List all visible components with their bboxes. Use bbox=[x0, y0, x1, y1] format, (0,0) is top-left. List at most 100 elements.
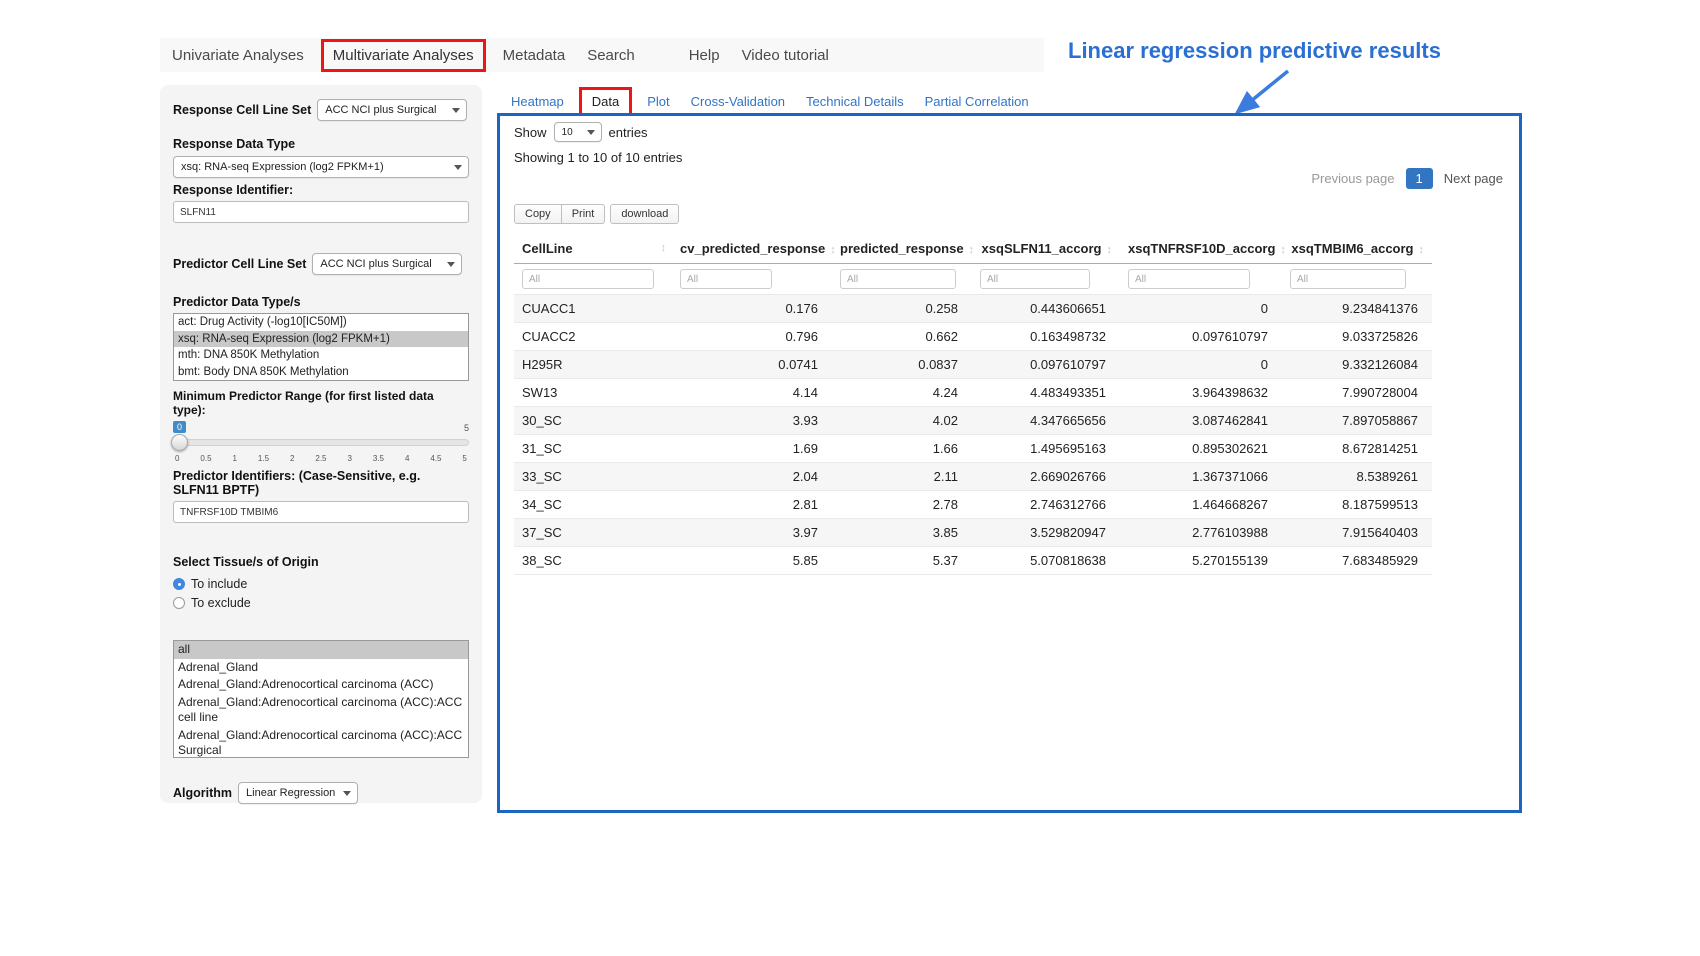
tab-partial-correlation[interactable]: Partial Correlation bbox=[925, 94, 1029, 109]
value-cell: 4.02 bbox=[832, 407, 972, 435]
show-label: Show bbox=[514, 125, 547, 140]
list-option[interactable]: Adrenal_Gland:Adrenocortical carcinoma (… bbox=[174, 694, 468, 727]
value-cell: 0.443606651 bbox=[972, 295, 1120, 323]
table-row[interactable]: CUACC20.7960.6620.1634987320.0976107979.… bbox=[514, 323, 1432, 351]
predictor-identifiers-input[interactable] bbox=[173, 501, 469, 523]
table-row[interactable]: 34_SC2.812.782.7463127661.4646682678.187… bbox=[514, 491, 1432, 519]
download-button[interactable]: download bbox=[610, 204, 679, 224]
predictor-data-type-list[interactable]: act: Drug Activity (-log10[IC50M])xsq: R… bbox=[173, 313, 469, 381]
radio-unchecked-icon bbox=[173, 597, 185, 609]
tab-data[interactable]: Data bbox=[579, 87, 632, 116]
list-option[interactable]: xsq: RNA-seq Expression (log2 FPKM+1) bbox=[174, 331, 468, 348]
slider-track[interactable] bbox=[173, 439, 469, 446]
slider-tick-label: 1 bbox=[232, 454, 236, 463]
page: Univariate Analyses Multivariate Analyses… bbox=[0, 0, 1700, 956]
sort-icon[interactable]: ↕ bbox=[1419, 244, 1425, 256]
tissue-exclude-radio[interactable]: To exclude bbox=[173, 596, 469, 610]
sidebar-panel: Response Cell Line Set ACC NCI plus Surg… bbox=[160, 85, 482, 803]
value-cell: 4.347665656 bbox=[972, 407, 1120, 435]
nav-item-multivariate-analyses[interactable]: Multivariate Analyses bbox=[321, 39, 486, 72]
previous-page-button[interactable]: Previous page bbox=[1311, 171, 1394, 186]
page-number-button[interactable]: 1 bbox=[1406, 168, 1433, 189]
nav-item-metadata[interactable]: Metadata bbox=[503, 47, 566, 64]
value-cell: 7.915640403 bbox=[1282, 519, 1432, 547]
print-button[interactable]: Print bbox=[562, 204, 606, 224]
chevron-down-icon bbox=[587, 130, 595, 135]
column-header-cv-predicted-response[interactable]: cv_predicted_response↕ bbox=[672, 234, 832, 264]
nav-item-help[interactable]: Help bbox=[689, 47, 720, 64]
table-row[interactable]: 31_SC1.691.661.4956951630.8953026218.672… bbox=[514, 435, 1432, 463]
column-header-xsqtmbim6-accorg[interactable]: xsqTMBIM6_accorg↕ bbox=[1282, 234, 1432, 264]
table-row[interactable]: H295R0.07410.08370.09761079709.332126084 bbox=[514, 351, 1432, 379]
filter-cell bbox=[972, 264, 1120, 295]
response-data-type-select[interactable]: xsq: RNA-seq Expression (log2 FPKM+1) bbox=[173, 156, 469, 178]
algorithm-select[interactable]: Linear Regression bbox=[238, 782, 358, 804]
nav-item-univariate-analyses[interactable]: Univariate Analyses bbox=[172, 47, 304, 64]
tissue-list[interactable]: allAdrenal_GlandAdrenal_Gland:Adrenocort… bbox=[173, 640, 469, 758]
sort-icon[interactable]: ↕ bbox=[1107, 244, 1113, 256]
slider-tick-label: 3 bbox=[347, 454, 351, 463]
sort-icon[interactable]: ↕ bbox=[661, 242, 667, 254]
slider-handle[interactable] bbox=[171, 434, 188, 451]
value-cell: 0.258 bbox=[832, 295, 972, 323]
column-filter-input[interactable] bbox=[980, 269, 1090, 289]
table-row[interactable]: 30_SC3.934.024.3476656563.0874628417.897… bbox=[514, 407, 1432, 435]
table-row[interactable]: 38_SC5.855.375.0708186385.2701551397.683… bbox=[514, 547, 1432, 575]
column-filter-input[interactable] bbox=[1128, 269, 1250, 289]
nav-item-video-tutorial[interactable]: Video tutorial bbox=[742, 47, 829, 64]
table-row[interactable]: CUACC10.1760.2580.44360665109.234841376 bbox=[514, 295, 1432, 323]
tab-plot[interactable]: Plot bbox=[647, 94, 669, 109]
column-header-label: predicted_response bbox=[840, 241, 964, 256]
nav-item-search[interactable]: Search bbox=[587, 47, 635, 64]
column-filter-input[interactable] bbox=[680, 269, 772, 289]
predictor-data-types-label: Predictor Data Type/s bbox=[173, 295, 469, 309]
list-option[interactable]: Adrenal_Gland bbox=[174, 659, 468, 677]
value-cell: 0.0837 bbox=[832, 351, 972, 379]
tab-technical-details[interactable]: Technical Details bbox=[806, 94, 904, 109]
copy-button[interactable]: Copy bbox=[514, 204, 562, 224]
filter-cell bbox=[514, 264, 672, 295]
list-option[interactable]: bmt: Body DNA 850K Methylation bbox=[174, 364, 468, 381]
tissue-origin-label: Select Tissue/s of Origin bbox=[173, 555, 469, 569]
column-header-xsqtnfrsf10d-accorg[interactable]: xsqTNFRSF10D_accorg↕ bbox=[1120, 234, 1282, 264]
list-option[interactable]: all bbox=[174, 641, 468, 659]
tab-heatmap[interactable]: Heatmap bbox=[511, 94, 564, 109]
chevron-down-icon bbox=[452, 108, 460, 113]
value-cell: 8.5389261 bbox=[1282, 463, 1432, 491]
response-identifier-input[interactable] bbox=[173, 201, 469, 223]
slider-tick-label: 0.5 bbox=[200, 454, 211, 463]
tissue-include-radio[interactable]: To include bbox=[173, 577, 469, 591]
table-row[interactable]: 33_SC2.042.112.6690267661.3673710668.538… bbox=[514, 463, 1432, 491]
value-cell: 5.85 bbox=[672, 547, 832, 575]
next-page-button[interactable]: Next page bbox=[1444, 171, 1503, 186]
column-filter-input[interactable] bbox=[522, 269, 654, 289]
column-filter-input[interactable] bbox=[1290, 269, 1406, 289]
value-cell: 8.672814251 bbox=[1282, 435, 1432, 463]
value-cell: 2.669026766 bbox=[972, 463, 1120, 491]
value-cell: 4.483493351 bbox=[972, 379, 1120, 407]
chevron-down-icon bbox=[447, 262, 455, 267]
show-entries-row: Show 10 entries bbox=[514, 122, 648, 142]
column-header-xsqslfn11-accorg[interactable]: xsqSLFN11_accorg↕ bbox=[972, 234, 1120, 264]
value-cell: 1.69 bbox=[672, 435, 832, 463]
annotation-title: Linear regression predictive results bbox=[1068, 38, 1441, 64]
table-row[interactable]: 37_SC3.973.853.5298209472.7761039887.915… bbox=[514, 519, 1432, 547]
column-filter-input[interactable] bbox=[840, 269, 956, 289]
predictor-cell-line-set-select[interactable]: ACC NCI plus Surgical bbox=[312, 253, 462, 275]
cell-line-cell: 34_SC bbox=[514, 491, 672, 519]
value-cell: 0.796 bbox=[672, 323, 832, 351]
table-row[interactable]: SW134.144.244.4834933513.9643986327.9907… bbox=[514, 379, 1432, 407]
column-header-cellline[interactable]: CellLine↕ bbox=[514, 234, 672, 264]
list-option[interactable]: act: Drug Activity (-log10[IC50M]) bbox=[174, 314, 468, 331]
list-option[interactable]: Adrenal_Gland:Adrenocortical carcinoma (… bbox=[174, 676, 468, 694]
list-option[interactable]: mth: DNA 850K Methylation bbox=[174, 347, 468, 364]
min-predictor-range-slider: 0 5 00.511.522.533.544.55 bbox=[173, 421, 469, 469]
tab-cross-validation[interactable]: Cross-Validation bbox=[691, 94, 785, 109]
column-header-predicted-response[interactable]: predicted_response↕ bbox=[832, 234, 972, 264]
radio-checked-icon bbox=[173, 578, 185, 590]
entries-label: entries bbox=[609, 125, 648, 140]
entries-count-select[interactable]: 10 bbox=[554, 122, 602, 142]
list-option[interactable]: Adrenal_Gland:Adrenocortical carcinoma (… bbox=[174, 727, 468, 759]
response-cell-line-set-select[interactable]: ACC NCI plus Surgical bbox=[317, 99, 467, 121]
value-cell: 0.662 bbox=[832, 323, 972, 351]
